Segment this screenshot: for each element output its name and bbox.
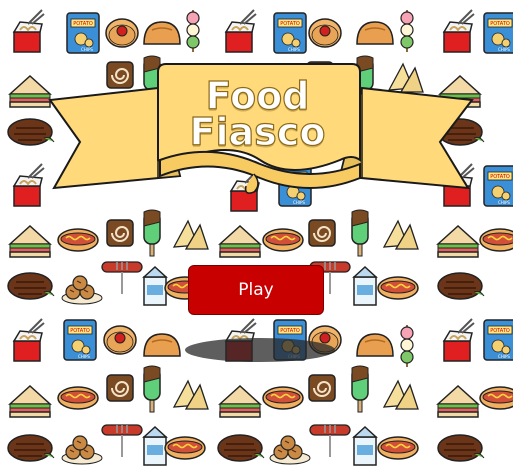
title-line-1: Food	[205, 74, 310, 118]
game-title: Food Fiasco	[160, 74, 355, 154]
play-button-shadow	[185, 338, 335, 362]
play-button[interactable]: Play	[188, 265, 324, 315]
title-line-2: Fiasco	[189, 110, 326, 154]
play-button-label: Play	[238, 280, 274, 300]
game-screen: POTATO CHIPS	[0, 0, 513, 471]
